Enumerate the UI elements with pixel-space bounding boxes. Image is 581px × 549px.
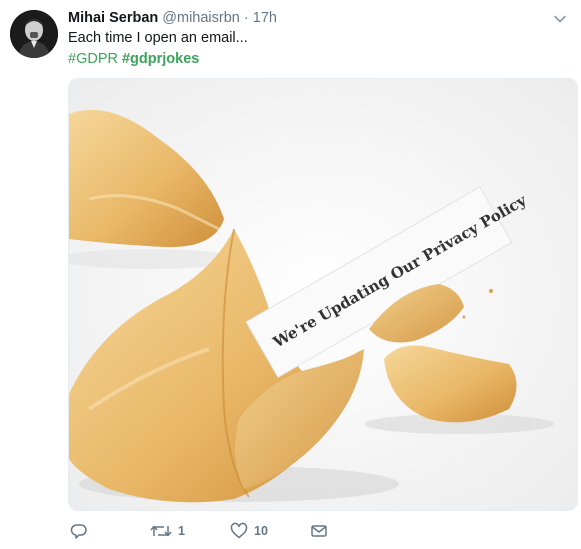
heart-icon bbox=[230, 522, 248, 539]
like-count: 10 bbox=[254, 524, 268, 538]
retweet-icon bbox=[150, 525, 172, 537]
hashtag-gdpr[interactable]: #GDPR bbox=[68, 51, 118, 67]
hashtag-gdprjokes[interactable]: #gdprjokes bbox=[122, 51, 199, 67]
user-handle[interactable]: @mihaisrbn bbox=[162, 10, 240, 26]
display-name[interactable]: Mihai Serban bbox=[68, 10, 158, 26]
tweet-actions: 1 10 bbox=[68, 520, 368, 544]
hashtag-row: #GDPR #gdprjokes bbox=[68, 50, 203, 68]
envelope-icon bbox=[311, 525, 327, 537]
tweet-card: Mihai Serban @mihaisrbn · 17h Each time … bbox=[0, 0, 581, 549]
separator-dot: · bbox=[243, 10, 249, 26]
avatar-photo bbox=[10, 10, 58, 58]
tweet-header: Mihai Serban @mihaisrbn · 17h bbox=[68, 9, 277, 27]
reply-button[interactable] bbox=[70, 520, 88, 542]
chevron-down-icon[interactable] bbox=[553, 12, 567, 26]
timestamp[interactable]: 17h bbox=[253, 10, 277, 26]
reply-icon bbox=[70, 524, 87, 539]
tweet-text: Each time I open an email... bbox=[68, 30, 248, 46]
like-button[interactable]: 10 bbox=[230, 520, 268, 542]
retweet-count: 1 bbox=[178, 524, 185, 538]
fortune-cookie-photo: We're Updating Our Privacy Policy bbox=[69, 79, 577, 510]
retweet-button[interactable]: 1 bbox=[150, 520, 185, 542]
avatar[interactable] bbox=[10, 10, 58, 58]
direct-message-button[interactable] bbox=[310, 520, 328, 542]
tweet-image[interactable]: We're Updating Our Privacy Policy bbox=[68, 78, 578, 511]
